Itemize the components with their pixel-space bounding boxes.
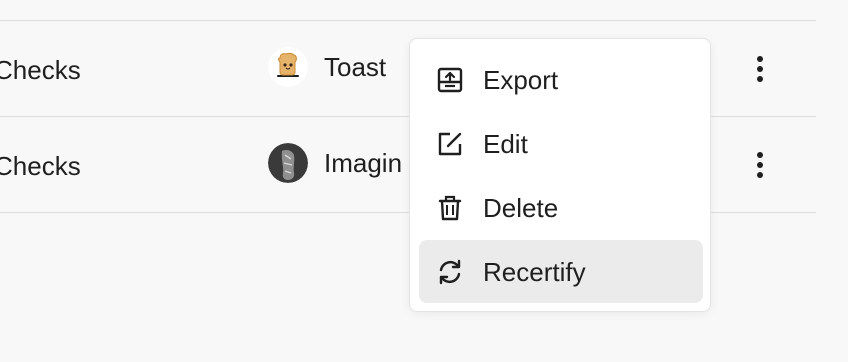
menu-item-delete[interactable]: Delete bbox=[419, 176, 703, 239]
menu-item-label: Delete bbox=[483, 192, 559, 223]
row-name: Checks bbox=[0, 55, 81, 85]
menu-item-label: Recertify bbox=[483, 256, 586, 287]
edit-icon bbox=[435, 129, 465, 159]
menu-item-label: Export bbox=[483, 64, 559, 95]
owner-cell: Imagin bbox=[268, 143, 402, 183]
refresh-icon bbox=[435, 257, 465, 287]
menu-item-label: Edit bbox=[483, 128, 528, 159]
owner-name: Imagin bbox=[324, 148, 403, 178]
export-icon bbox=[435, 65, 465, 95]
trash-icon bbox=[435, 193, 465, 223]
menu-item-export[interactable]: Export bbox=[419, 48, 703, 111]
menu-item-edit[interactable]: Edit bbox=[419, 112, 703, 175]
photo-avatar bbox=[268, 143, 308, 183]
vertical-ellipsis-icon[interactable] bbox=[748, 51, 772, 87]
row-actions-menu: Export Edit Delete Recertify bbox=[409, 38, 711, 312]
row-name: Checks bbox=[0, 151, 81, 181]
owner-name: Toast bbox=[324, 52, 387, 82]
toast-avatar bbox=[268, 47, 308, 87]
menu-item-recertify[interactable]: Recertify bbox=[419, 240, 703, 303]
vertical-ellipsis-icon[interactable] bbox=[748, 147, 772, 183]
owner-cell: Toast bbox=[268, 47, 386, 87]
